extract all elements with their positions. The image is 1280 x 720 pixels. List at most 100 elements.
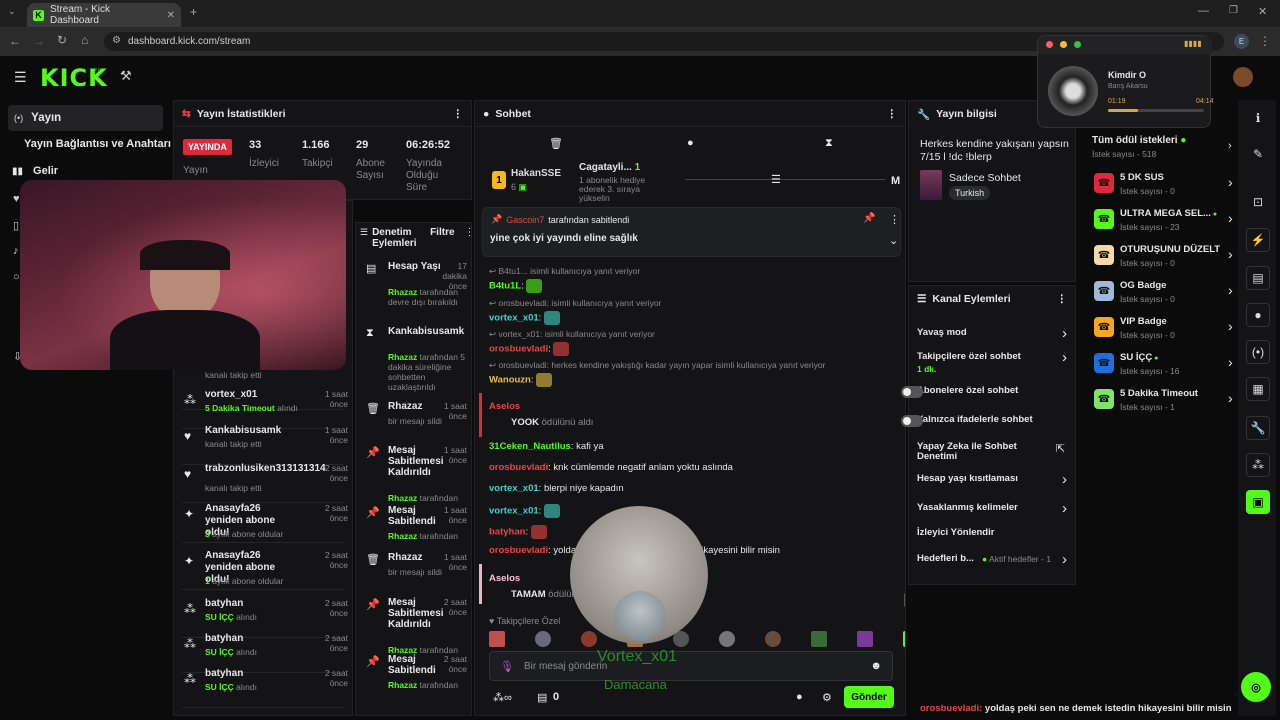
emote-7[interactable] (765, 631, 781, 647)
send-button[interactable]: Gönder (844, 686, 894, 708)
points-icon[interactable]: ⁂∞ (493, 691, 512, 704)
forward-icon[interactable]: → (33, 34, 45, 48)
toggle-switch[interactable] (901, 415, 923, 427)
chat-username[interactable]: orosbuevladi (489, 545, 548, 556)
channel-action-item[interactable]: Yavaş mod › (909, 325, 1075, 350)
nav-icon-1[interactable]: ♥ (13, 193, 20, 205)
document-icon[interactable]: ▤ (1246, 266, 1270, 290)
reward-label[interactable]: OG Badge (1120, 280, 1166, 291)
nav-icon-2[interactable]: ▯ (13, 219, 19, 232)
channel-action-item[interactable]: Yapay Zeka ile Sohbet Denetimi ⇱ (909, 442, 1075, 464)
top-gifter-name[interactable]: HakanSSE (511, 168, 561, 179)
chevron-right-icon[interactable]: › (1228, 282, 1233, 298)
emoji-icon[interactable]: ☻ (870, 660, 882, 672)
nav-icon-4[interactable]: ○ (13, 271, 20, 283)
hamburger-menu-icon[interactable]: ☰ (14, 69, 27, 86)
channel-action-item[interactable]: Abonelere özel sohbet (901, 386, 1075, 408)
chat-menu-icon[interactable]: ⋮ (887, 108, 898, 120)
all-rewards-item[interactable]: Tüm ödül istekleri ● (1092, 135, 1186, 146)
close-dot[interactable] (1046, 41, 1053, 48)
reward-label[interactable]: 5 DK SUS (1120, 172, 1164, 183)
chat-username[interactable]: batyhan (489, 527, 525, 538)
minimize-dot[interactable] (1060, 41, 1067, 48)
maximize-dot[interactable] (1074, 41, 1081, 48)
category-name[interactable]: Sadece Sohbet (949, 172, 1021, 184)
channel-action-item[interactable]: İzleyici Yönlendir (909, 528, 1075, 550)
kick-rail-icon[interactable]: ▣ (1246, 490, 1270, 514)
broadcast-rail-icon[interactable]: (•) (1246, 340, 1270, 364)
channel-action-item[interactable]: Yalnızca ifadelerle sohbet (901, 415, 1075, 437)
chevron-right-icon[interactable]: › (1228, 390, 1233, 406)
chat-username[interactable]: B4tu1L (489, 281, 521, 292)
home-icon[interactable]: ⌂ (81, 33, 88, 47)
chat-mode-icon[interactable]: ● (687, 137, 694, 149)
reward-label[interactable]: OTURUŞUNU DÜZELT (1120, 244, 1220, 255)
chat-username[interactable]: orosbuevladi (489, 344, 548, 355)
nav-icon-3[interactable]: ♪ (13, 245, 19, 257)
filter-lines-icon[interactable]: ☰ (771, 173, 781, 186)
chat-username[interactable]: orosbuevladi (489, 462, 548, 473)
wrench-rail-icon[interactable]: 🔧 (1246, 416, 1270, 440)
reward-label[interactable]: SU İÇÇ ● (1120, 352, 1158, 363)
nav-item-stream-key[interactable]: Yayın Bağlantısı ve Anahtarı (24, 138, 171, 150)
hourglass-icon[interactable]: ⧗ (825, 137, 833, 150)
toggle-switch[interactable] (901, 386, 923, 398)
pencil-icon[interactable]: ✎ (1246, 142, 1270, 166)
pinned-by[interactable]: Gascoin7 (506, 215, 544, 225)
chat-username[interactable]: vortex_x01 (489, 313, 539, 324)
chat-username[interactable]: Wanouzn (489, 375, 531, 386)
chat-icon[interactable]: ● (1246, 303, 1270, 327)
chat-scrollbar[interactable] (904, 593, 905, 607)
pinned-menu-icon[interactable]: ⋮ (889, 213, 900, 226)
emote-9[interactable] (857, 631, 873, 647)
mic-icon[interactable]: 🎙 (500, 660, 514, 673)
tools-icon[interactable]: ⚒ (120, 68, 132, 84)
channel-action-item[interactable]: Takipçilere özel sohbet 1 dk. › (909, 349, 1075, 374)
chevron-right-icon[interactable]: › (1228, 246, 1233, 262)
reward-label[interactable]: VIP Badge (1120, 316, 1167, 327)
layout-icon[interactable]: ▦ (1246, 377, 1270, 401)
reward-label[interactable]: 5 Dakika Timeout (1120, 388, 1198, 399)
browser-menu-icon[interactable]: ⋮ (1259, 34, 1271, 48)
back-icon[interactable]: ← (9, 34, 21, 48)
chevron-icon[interactable]: › (1228, 140, 1232, 152)
profile-avatar[interactable]: E (1234, 34, 1249, 49)
support-button[interactable]: ◎ (1241, 672, 1271, 702)
chevron-right-icon[interactable]: › (1228, 210, 1233, 226)
trash-icon[interactable]: 🗑 (549, 137, 563, 150)
tab-list-icon[interactable]: ⌄ (8, 6, 16, 17)
emote-1[interactable] (489, 631, 505, 647)
minimize-icon[interactable]: — (1198, 5, 1209, 17)
nav-item-revenue[interactable]: ▮▮ Gelir (12, 165, 58, 177)
stats-menu-icon[interactable]: ⋮ (453, 108, 464, 120)
reward-label[interactable]: ULTRA MEGA SEL... ● (1120, 208, 1217, 219)
chevron-right-icon[interactable]: › (1228, 174, 1233, 190)
chevron-right-icon[interactable]: › (1228, 318, 1233, 334)
chat-input[interactable]: 🎙 Bir mesaj gönderin ☻ (489, 651, 893, 681)
emote-10[interactable] (903, 631, 905, 647)
site-info-icon[interactable]: ⚙ (112, 35, 121, 46)
capture-icon[interactable]: ⊡ (1246, 190, 1270, 214)
channel-actions-menu-icon[interactable]: ⋮ (1057, 293, 1068, 305)
lightning-icon[interactable]: ⚡ (1246, 228, 1270, 252)
expand-chevron-icon[interactable]: ⌄ (889, 234, 898, 247)
emote-3[interactable] (581, 631, 597, 647)
window-close-icon[interactable]: ✕ (1258, 5, 1267, 18)
user-avatar[interactable] (1233, 67, 1253, 87)
chat-username[interactable]: vortex_x01 (489, 483, 539, 494)
chevron-right-icon[interactable]: › (1228, 354, 1233, 370)
points-rail-icon[interactable]: ⁂ (1246, 453, 1270, 477)
settings-gear-icon[interactable]: ⚙ (822, 691, 832, 704)
restore-icon[interactable]: ❐ (1229, 5, 1238, 16)
emote-6[interactable] (719, 631, 735, 647)
song-progress-track[interactable] (1108, 109, 1204, 112)
filter-button[interactable]: Filtre (430, 227, 454, 238)
info-icon[interactable]: ℹ (1246, 106, 1270, 130)
chat-username[interactable]: 31Ceken_Nautilus (489, 441, 571, 452)
nav-item-stream[interactable]: (•) Yayın (8, 105, 163, 131)
close-tab-icon[interactable]: ✕ (167, 10, 175, 21)
moderation-menu-icon[interactable]: ⋮ (465, 227, 471, 238)
channel-action-item[interactable]: Hesap yaşı kısıtlaması › (909, 471, 1075, 496)
chat-username[interactable]: vortex_x01 (489, 506, 539, 517)
chat-bubble-footer-icon[interactable]: ● (796, 691, 803, 703)
